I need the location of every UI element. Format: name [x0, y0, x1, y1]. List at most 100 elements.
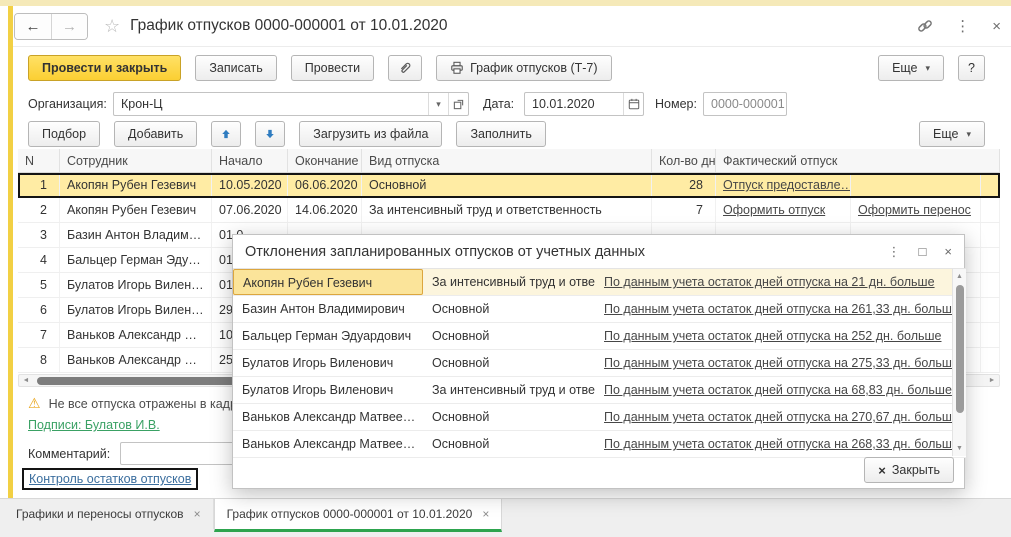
header-cell-actual[interactable]: Фактический отпуск: [716, 149, 1000, 172]
tab-current-document[interactable]: График отпусков 0000-000001 от 10.01.202…: [214, 499, 503, 532]
link-icon[interactable]: [917, 18, 933, 34]
number-field[interactable]: 0000-000001: [703, 92, 787, 116]
header-cell-employee[interactable]: Сотрудник: [60, 149, 212, 172]
vscroll-thumb[interactable]: [956, 285, 964, 413]
vacation-type-cell: Основной: [423, 323, 595, 349]
deviation-row-1[interactable]: Акопян Рубен Гезевич За интенсивный труд…: [233, 269, 966, 296]
tab-schedules-list[interactable]: Графики и переносы отпусков ×: [4, 499, 214, 529]
cell-employee: Булатов Игорь Вилен…: [60, 273, 212, 297]
close-dialog-button[interactable]: × Закрыть: [864, 457, 954, 483]
more-button-top[interactable]: Еще ▾: [878, 55, 944, 81]
back-button[interactable]: ←: [15, 14, 51, 39]
organization-field[interactable]: Крон-Ц ▾: [113, 92, 469, 116]
window-menu-dots-icon[interactable]: ⋮: [955, 17, 970, 35]
printer-icon: [450, 61, 464, 75]
cell-employee: Булатов Игорь Вилен…: [60, 298, 212, 322]
post-button[interactable]: Провести: [291, 55, 374, 81]
scroll-right-icon[interactable]: ►: [985, 375, 999, 386]
warning-text: Не все отпуска отражены в кадро: [49, 397, 244, 411]
tab-close-icon[interactable]: ×: [482, 507, 489, 521]
close-x-icon: ×: [878, 463, 886, 478]
post-and-close-button[interactable]: Провести и закрыть: [28, 55, 181, 81]
dialog-menu-dots-icon[interactable]: ⋮: [888, 244, 901, 260]
deviation-message-link[interactable]: По данным учета остаток дней отпуска на …: [604, 383, 952, 397]
cell-rest: [981, 298, 1000, 322]
header-cell-type[interactable]: Вид отпуска: [362, 149, 652, 172]
deviation-message-link[interactable]: По данным учета остаток дней отпуска на …: [604, 437, 959, 451]
save-button[interactable]: Записать: [195, 55, 276, 81]
cell-employee: Бальцер Герман Эду…: [60, 248, 212, 272]
dialog-title-bar: Отклонения запланированных отпусков от у…: [233, 235, 964, 268]
organization-open-icon[interactable]: [448, 93, 468, 115]
cell-end: 14.06.2020: [288, 198, 362, 222]
move-down-button[interactable]: [255, 121, 285, 147]
issue-vacation-link[interactable]: Оформить отпуск: [723, 203, 825, 217]
vacation-type-cell: Основной: [423, 296, 595, 322]
dialog-footer: × Закрыть: [233, 455, 966, 488]
top-accent-strip: [0, 0, 1011, 6]
dialog-vscrollbar[interactable]: ▲ ▼: [952, 269, 966, 456]
deviation-message-link[interactable]: По данным учета остаток дней отпуска на …: [604, 356, 959, 370]
header-cell-days[interactable]: Кол-во дн.: [652, 149, 716, 172]
issue-transfer-link[interactable]: Оформить перенос: [858, 203, 971, 217]
deviation-row-3[interactable]: Бальцер Герман Эдуардович Основной По да…: [233, 323, 966, 350]
dialog-title: Отклонения запланированных отпусков от у…: [245, 244, 645, 260]
print-schedule-button[interactable]: График отпусков (Т-7): [436, 55, 611, 81]
vacation-type-cell: Основной: [423, 431, 595, 457]
deviation-row-7[interactable]: Ваньков Александр Матвее… Основной По да…: [233, 431, 966, 458]
favorite-star-icon[interactable]: ☆: [104, 16, 120, 37]
employee-cell: Ваньков Александр Матвее…: [233, 431, 423, 457]
cell-start: 10.05.2020: [212, 173, 288, 197]
deviation-message-link[interactable]: По данным учета остаток дней отпуска на …: [604, 302, 959, 316]
deviation-message-link[interactable]: По данным учета остаток дней отпуска на …: [604, 275, 935, 289]
header-cell-end[interactable]: Окончание: [288, 149, 362, 172]
deviation-row-6[interactable]: Ваньков Александр Матвее… Основной По да…: [233, 404, 966, 431]
dialog-maximize-icon[interactable]: □: [919, 244, 927, 260]
employee-cell: Бальцер Герман Эдуардович: [233, 323, 423, 349]
forward-button[interactable]: →: [51, 14, 87, 39]
cell-days: 7: [652, 198, 716, 222]
move-up-button[interactable]: [211, 121, 241, 147]
control-balances-link[interactable]: Контроль остатков отпусков: [22, 468, 198, 490]
more-button-table[interactable]: Еще ▾: [919, 121, 985, 147]
history-nav: ← →: [14, 13, 88, 40]
command-bar: Провести и закрыть Записать Провести Гра…: [28, 54, 985, 82]
deviation-message-link[interactable]: По данным учета остаток дней отпуска на …: [604, 329, 942, 343]
calendar-icon[interactable]: [623, 93, 643, 115]
close-dialog-label: Закрыть: [892, 463, 940, 477]
organization-label: Организация:: [28, 97, 107, 111]
cell-rest: [981, 198, 1000, 222]
left-accent-strip: [8, 6, 13, 498]
deviation-row-5[interactable]: Булатов Игорь Виленович За интенсивный т…: [233, 377, 966, 404]
table-header-row: N Сотрудник Начало Окончание Вид отпуска…: [18, 149, 1000, 173]
app-window: ← → ☆ График отпусков 0000-000001 от 10.…: [0, 0, 1011, 537]
scroll-down-icon[interactable]: ▼: [953, 442, 966, 455]
deviation-message-link[interactable]: По данным учета остаток дней отпуска на …: [604, 410, 959, 424]
add-button[interactable]: Добавить: [114, 121, 197, 147]
tab-label: График отпусков 0000-000001 от 10.01.202…: [227, 507, 473, 521]
employee-cell: Акопян Рубен Гезевич: [233, 269, 423, 295]
date-field[interactable]: 10.01.2020: [524, 92, 644, 116]
load-from-file-button[interactable]: Загрузить из файла: [299, 121, 442, 147]
scroll-up-icon[interactable]: ▲: [953, 270, 966, 283]
fill-button[interactable]: Заполнить: [456, 121, 545, 147]
header-cell-start[interactable]: Начало: [212, 149, 288, 172]
cell-rest: [981, 223, 1000, 247]
organization-dropdown-icon[interactable]: ▾: [428, 93, 448, 115]
deviation-row-4[interactable]: Булатов Игорь Виленович Основной По данн…: [233, 350, 966, 377]
dialog-close-icon[interactable]: ×: [944, 244, 952, 260]
signatures-link[interactable]: Подписи: Булатов И.В.: [28, 418, 160, 432]
vacation-type-cell: За интенсивный труд и отве…: [423, 377, 595, 403]
tab-close-icon[interactable]: ×: [194, 507, 201, 521]
deviation-row-2[interactable]: Базин Антон Владимирович Основной По дан…: [233, 296, 966, 323]
scroll-left-icon[interactable]: ◄: [19, 375, 33, 386]
print-schedule-label: График отпусков (Т-7): [470, 61, 597, 75]
window-close-icon[interactable]: ×: [992, 18, 1001, 35]
table-row-1[interactable]: 1 Акопян Рубен Гезевич 10.05.2020 06.06.…: [18, 173, 1000, 198]
help-button[interactable]: ?: [958, 55, 985, 81]
table-row-2[interactable]: 2 Акопян Рубен Гезевич 07.06.2020 14.06.…: [18, 198, 1000, 223]
vacation-granted-link[interactable]: Отпуск предоставле…: [723, 178, 851, 192]
header-cell-n[interactable]: N: [18, 149, 60, 172]
pick-button[interactable]: Подбор: [28, 121, 100, 147]
attachment-button[interactable]: [388, 55, 422, 81]
